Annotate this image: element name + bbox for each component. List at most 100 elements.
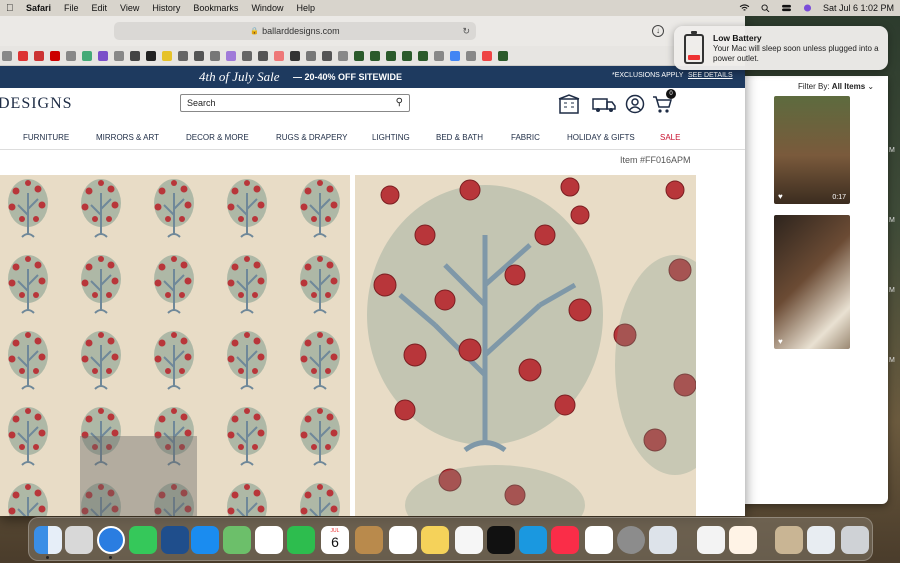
nav-rugs-drapery[interactable]: RUGS & DRAPERY xyxy=(276,133,347,142)
system-settings-icon[interactable] xyxy=(617,526,645,554)
see-details-link[interactable]: SEE DETAILS xyxy=(688,72,733,79)
nav-lighting[interactable]: LIGHTING xyxy=(372,133,410,142)
bookmark-icon[interactable] xyxy=(466,50,476,61)
bookmark-icon[interactable] xyxy=(34,50,44,61)
nav-mirrors-art[interactable]: MIRRORS & ART xyxy=(96,133,159,142)
promo-banner[interactable]: 4th of July Sale — 20-40% OFF SITEWIDE *… xyxy=(0,66,745,88)
store-icon[interactable] xyxy=(558,94,580,114)
bookmark-icon[interactable] xyxy=(482,50,492,61)
notes-icon[interactable] xyxy=(421,526,449,554)
bookmark-icon[interactable] xyxy=(386,50,396,61)
download-icon[interactable]: ↓ xyxy=(652,25,664,37)
reload-icon[interactable]: ↻ xyxy=(462,26,470,37)
bookmark-icon[interactable] xyxy=(114,50,124,61)
messages-icon[interactable] xyxy=(129,526,157,554)
maps-icon[interactable] xyxy=(223,526,251,554)
bookmark-icon[interactable] xyxy=(66,50,76,61)
bookmark-icon[interactable] xyxy=(242,50,252,61)
bookmark-icon[interactable] xyxy=(178,50,188,61)
nav-furniture[interactable]: FURNITURE xyxy=(23,133,69,142)
nav-bed-bath[interactable]: BED & BATH xyxy=(436,133,483,142)
bookmark-icon[interactable] xyxy=(450,50,460,61)
bookmark-icon[interactable] xyxy=(50,50,60,61)
video-thumbnail-2[interactable]: ♥ xyxy=(774,215,850,349)
nav-holiday-gifts[interactable]: HOLIDAY & GIFTS xyxy=(567,133,635,142)
bookmark-icon[interactable] xyxy=(98,50,108,61)
bookmark-icon[interactable] xyxy=(338,50,348,61)
menu-file[interactable]: File xyxy=(64,3,79,13)
bookmark-icon[interactable] xyxy=(322,50,332,61)
wifi-icon[interactable] xyxy=(739,4,750,12)
prime-video-icon[interactable] xyxy=(519,526,547,554)
bookmark-icon[interactable] xyxy=(162,50,172,61)
reminders-icon[interactable] xyxy=(389,526,417,554)
account-icon[interactable] xyxy=(625,94,645,114)
contacts-icon[interactable] xyxy=(355,526,383,554)
spotlight-icon[interactable] xyxy=(760,4,771,12)
folder-stack-icon[interactable] xyxy=(775,526,803,554)
filter-dropdown[interactable]: Filter By: All Items ⌄ xyxy=(798,82,874,91)
address-bar[interactable]: 🔒 ballarddesigns.com ↻ xyxy=(114,22,476,40)
bookmark-icon[interactable] xyxy=(290,50,300,61)
clock-text[interactable]: Sat Jul 6 1:02 PM xyxy=(823,3,894,13)
menu-edit[interactable]: Edit xyxy=(92,3,108,13)
zoom-lens-overlay[interactable] xyxy=(80,436,197,516)
bookmark-icon[interactable] xyxy=(434,50,444,61)
menu-history[interactable]: History xyxy=(152,3,180,13)
control-center-icon[interactable] xyxy=(781,4,792,12)
menu-help[interactable]: Help xyxy=(296,3,315,13)
apple-icon[interactable]:  xyxy=(6,3,26,14)
bookmark-icon[interactable] xyxy=(370,50,380,61)
photos-icon[interactable] xyxy=(255,526,283,554)
fabric-swatch-large-scale[interactable] xyxy=(355,175,696,516)
bookmark-icon[interactable] xyxy=(82,50,92,61)
nav-decor-more[interactable]: DECOR & MORE xyxy=(186,133,249,142)
bookmark-icon[interactable] xyxy=(274,50,284,61)
bookmark-icon[interactable] xyxy=(18,50,28,61)
bookmark-icon[interactable] xyxy=(418,50,428,61)
borrowed-app-icon[interactable] xyxy=(729,526,757,554)
facetime-icon[interactable] xyxy=(287,526,315,554)
news-icon[interactable] xyxy=(585,526,613,554)
bookmark-icon[interactable] xyxy=(354,50,364,61)
notification-title: Low Battery xyxy=(713,33,762,43)
search-icon[interactable]: ⚲ xyxy=(396,97,403,108)
app-store-icon[interactable] xyxy=(191,526,219,554)
heart-icon[interactable]: ♥ xyxy=(778,337,783,346)
shipping-truck-icon[interactable] xyxy=(592,94,616,114)
bookmark-icon[interactable] xyxy=(130,50,140,61)
downloads-stack-icon[interactable] xyxy=(807,526,835,554)
menu-window[interactable]: Window xyxy=(251,3,283,13)
video-thumbnail-1[interactable]: ♥ 0:17 xyxy=(774,96,850,204)
menu-view[interactable]: View xyxy=(120,3,139,13)
textedit-icon[interactable] xyxy=(697,526,725,554)
site-logo[interactable]: DESIGNS xyxy=(0,95,73,113)
bookmark-icon[interactable] xyxy=(210,50,220,61)
heart-icon[interactable]: ♥ xyxy=(778,192,783,201)
calendar-icon[interactable]: JUL 6 xyxy=(321,526,349,554)
bookmark-icon[interactable] xyxy=(306,50,316,61)
menu-bookmarks[interactable]: Bookmarks xyxy=(193,3,238,13)
bookmark-icon[interactable] xyxy=(226,50,236,61)
music-icon[interactable] xyxy=(551,526,579,554)
bookmark-icon[interactable] xyxy=(2,50,12,61)
nav-sale[interactable]: SALE xyxy=(660,133,680,142)
preview-icon[interactable] xyxy=(649,526,677,554)
bookmark-icon[interactable] xyxy=(146,50,156,61)
meetup-icon[interactable] xyxy=(161,526,189,554)
nav-fabric[interactable]: FABRIC xyxy=(511,133,540,142)
apple-tv-icon[interactable] xyxy=(487,526,515,554)
safari-icon[interactable] xyxy=(97,526,125,554)
trash-icon[interactable] xyxy=(841,526,869,554)
freeform-icon[interactable] xyxy=(455,526,483,554)
siri-icon[interactable] xyxy=(802,4,813,12)
launchpad-icon[interactable] xyxy=(65,526,93,554)
low-battery-notification[interactable]: Low Battery Your Mac will sleep soon unl… xyxy=(674,26,888,70)
search-input[interactable]: Search ⚲ xyxy=(180,94,410,112)
bookmark-icon[interactable] xyxy=(402,50,412,61)
finder-icon[interactable] xyxy=(34,526,62,554)
bookmark-icon[interactable] xyxy=(194,50,204,61)
bookmark-icon[interactable] xyxy=(258,50,268,61)
menu-app-name[interactable]: Safari xyxy=(26,3,51,13)
bookmark-icon[interactable] xyxy=(498,50,508,61)
